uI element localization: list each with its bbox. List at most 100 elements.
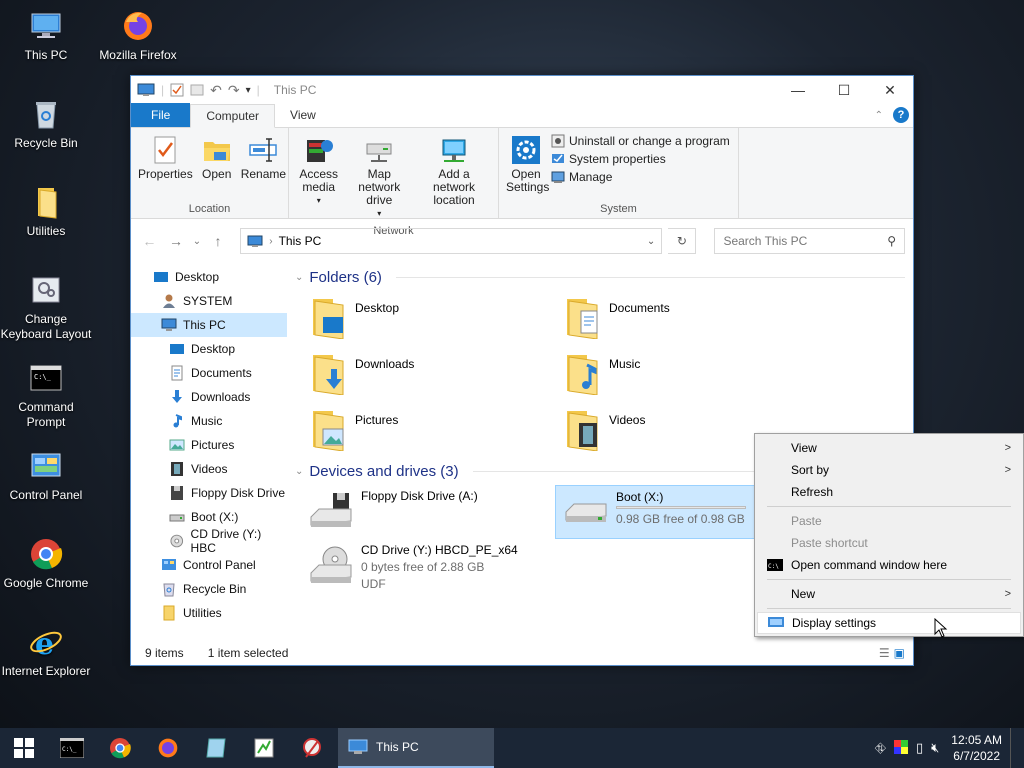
nav-item-documents[interactable]: Documents	[131, 361, 287, 385]
nav-item-floppy[interactable]: Floppy Disk Drive	[131, 481, 287, 505]
start-button[interactable]	[0, 728, 48, 768]
nav-item-desktop-root[interactable]: Desktop	[131, 265, 287, 289]
section-title: Devices and drives (3)	[309, 462, 459, 480]
menu-item-new[interactable]: New >	[757, 583, 1021, 605]
taskbar-command-prompt[interactable]: C:\_	[48, 728, 96, 768]
folder-pictures[interactable]: Pictures	[309, 407, 563, 455]
nav-item-videos[interactable]: Videos	[131, 457, 287, 481]
show-desktop-button[interactable]	[1010, 728, 1016, 768]
close-button[interactable]: ✕	[867, 76, 913, 104]
properties-icon[interactable]	[170, 83, 184, 97]
drive-free-space: 0 bytes free of 2.88 GB	[361, 560, 485, 574]
folder-music[interactable]: Music	[563, 351, 817, 399]
nav-item-system[interactable]: SYSTEM	[131, 289, 287, 313]
nav-item-desktop[interactable]: Desktop	[131, 337, 287, 361]
taskbar-firefox[interactable]	[144, 728, 192, 768]
taskbar-notepad[interactable]	[192, 728, 240, 768]
network-tray-icon[interactable]: ⛗	[875, 740, 886, 757]
nav-item-boot[interactable]: Boot (X:)	[131, 505, 287, 529]
taskbar-screenshot-tool[interactable]	[288, 728, 336, 768]
uninstall-program-button[interactable]: Uninstall or change a program	[551, 134, 730, 148]
desktop-icon-internet-explorer[interactable]: e Internet Explorer	[0, 624, 92, 679]
folder-downloads[interactable]: Downloads	[309, 351, 563, 399]
desktop-icon-google-chrome[interactable]: Google Chrome	[0, 536, 92, 591]
color-tray-icon[interactable]	[893, 739, 908, 757]
tab-file[interactable]: File	[131, 103, 191, 127]
desktop-icon-command-prompt[interactable]: C:\_ Command Prompt	[0, 360, 92, 430]
folder-documents[interactable]: Documents	[563, 295, 817, 343]
nav-item-downloads[interactable]: Downloads	[131, 385, 287, 409]
clock[interactable]: 12:05 AM 6/7/2022	[951, 732, 1002, 764]
tab-view[interactable]: View	[275, 104, 331, 127]
chevron-down-icon[interactable]: ⌄	[647, 236, 655, 247]
menu-item-paste[interactable]: Paste	[757, 510, 1021, 532]
desktop-icon-control-panel[interactable]: Control Panel	[0, 448, 92, 503]
minimize-button[interactable]: —	[775, 76, 821, 104]
search-input[interactable]: Search This PC ⚲	[714, 228, 905, 254]
help-icon[interactable]: ?	[893, 107, 909, 123]
new-folder-icon[interactable]	[190, 83, 204, 97]
menu-item-display-settings[interactable]: Display settings	[757, 612, 1021, 634]
menu-item-view[interactable]: View >	[757, 437, 1021, 459]
details-view-icon[interactable]: ☰	[879, 646, 890, 660]
manage-button[interactable]: Manage	[551, 170, 730, 184]
collapse-ribbon-icon[interactable]: ⌃	[875, 110, 883, 121]
nav-item-control-panel[interactable]: Control Panel	[131, 553, 287, 577]
desktop-icon-change-keyboard-layout[interactable]: Change Keyboard Layout	[0, 272, 92, 342]
nav-item-pictures[interactable]: Pictures	[131, 433, 287, 457]
refresh-button[interactable]: ↻	[668, 228, 697, 254]
folders-section-header[interactable]: ⌄ Folders (6)	[295, 265, 905, 289]
tab-computer[interactable]: Computer	[190, 104, 276, 128]
undo-icon[interactable]: ↶	[210, 82, 222, 99]
access-media-button[interactable]: Access media ▾	[293, 132, 344, 222]
desktop-icon-utilities[interactable]: Utilities	[0, 184, 92, 239]
nav-item-label: Desktop	[191, 342, 236, 356]
map-network-drive-button[interactable]: Map network drive ▾	[346, 132, 412, 222]
redo-icon[interactable]: ↷	[228, 82, 240, 99]
properties-button[interactable]: Properties	[135, 132, 196, 200]
nav-item-utilities[interactable]: Utilities	[131, 601, 287, 625]
desktop-icon-label: Command Prompt	[18, 400, 74, 429]
menu-separator	[767, 506, 1011, 507]
menu-item-open-command-window[interactable]: C:\ Open command window here	[757, 554, 1021, 576]
desktop-icon-recycle-bin[interactable]: Recycle Bin	[0, 96, 92, 151]
dropdown-arrow-icon: ▾	[377, 209, 382, 218]
add-network-location-button[interactable]: Add a network location	[414, 132, 494, 222]
system-properties-button[interactable]: System properties	[551, 152, 730, 166]
command-prompt-icon: C:\_	[30, 365, 62, 391]
rename-button[interactable]: Rename	[238, 132, 289, 200]
menu-item-refresh[interactable]: Refresh	[757, 481, 1021, 503]
taskbar-this-pc[interactable]: This PC	[338, 728, 494, 768]
nav-item-music[interactable]: Music	[131, 409, 287, 433]
forward-button[interactable]: →	[166, 233, 187, 249]
customize-dropdown-icon[interactable]: ▾	[246, 85, 251, 96]
up-button[interactable]: ↑	[208, 233, 229, 249]
folder-desktop[interactable]: Desktop	[309, 295, 563, 343]
open-button[interactable]: Open	[198, 132, 236, 200]
floppy-drive-icon	[310, 493, 352, 527]
taskbar-chrome[interactable]	[96, 728, 144, 768]
usb-tray-icon[interactable]: ▯	[916, 740, 923, 756]
back-button[interactable]: ←	[139, 233, 160, 249]
nav-item-recycle-bin[interactable]: Recycle Bin	[131, 577, 287, 601]
taskbar-editor[interactable]	[240, 728, 288, 768]
ribbon-group-label: Location	[188, 203, 231, 215]
menu-item-paste-shortcut[interactable]: Paste shortcut	[757, 532, 1021, 554]
desktop-icon-this-pc[interactable]: This PC	[0, 8, 92, 63]
large-icons-view-icon[interactable]: ▣	[894, 646, 905, 660]
open-settings-button[interactable]: Open Settings	[503, 132, 549, 200]
clock-date: 6/7/2022	[953, 749, 1000, 763]
recent-locations-button[interactable]: ⌄	[192, 236, 201, 247]
drive-cd[interactable]: CD Drive (Y:) HBCD_PE_x64 0 bytes free o…	[309, 543, 563, 593]
desktop-icon-firefox[interactable]: Mozilla Firefox	[92, 8, 184, 63]
speaker-muted-icon[interactable]: 🔇︎	[931, 740, 939, 756]
taskbar: C:\_ This PC ⛗ ▯ 🔇︎ 12:05 AM 6/7/2022	[0, 728, 1024, 768]
address-bar[interactable]: › This PC ⌄	[240, 228, 663, 254]
nav-item-this-pc[interactable]: This PC	[131, 313, 287, 337]
menu-item-sort-by[interactable]: Sort by >	[757, 459, 1021, 481]
svg-text:C:\: C:\	[768, 563, 779, 570]
drive-floppy[interactable]: Floppy Disk Drive (A:)	[309, 489, 563, 539]
videos-folder-icon	[567, 411, 598, 451]
nav-item-cd-drive[interactable]: CD Drive (Y:) HBC	[131, 527, 287, 555]
maximize-button[interactable]: ☐	[821, 76, 867, 104]
